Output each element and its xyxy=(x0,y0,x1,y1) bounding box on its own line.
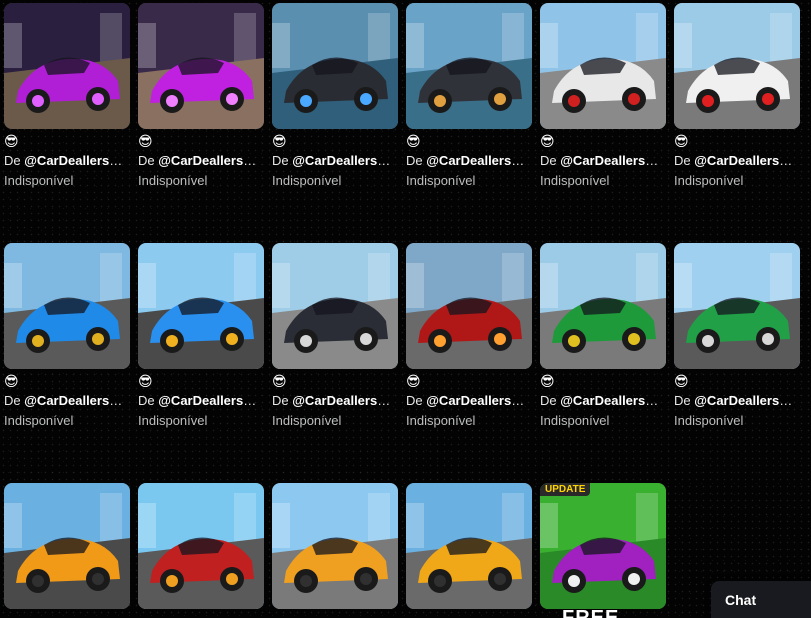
item-card[interactable]: UPDATE FREE xyxy=(540,483,666,618)
by-label: De xyxy=(4,153,21,168)
item-card[interactable] xyxy=(406,483,532,609)
item-card[interactable]: 😎 De @CarDeallersOfficial Indisponível xyxy=(674,243,800,429)
sunglasses-emoji-icon: 😎 xyxy=(272,133,287,149)
creator-name[interactable]: @CarDeallersOfficial xyxy=(694,153,800,168)
sunglasses-emoji-icon: 😎 xyxy=(674,133,689,149)
item-thumbnail[interactable]: UPDATE xyxy=(540,483,666,609)
availability-status: Indisponível xyxy=(138,173,208,188)
sunglasses-emoji-icon: 😎 xyxy=(540,133,555,149)
item-card[interactable]: 😎 De @CarDeallersOfficial Indisponível xyxy=(674,3,800,189)
item-thumbnail[interactable] xyxy=(138,3,264,129)
creator-line[interactable]: De @CarDeallersOfficial xyxy=(406,393,532,409)
creator-name[interactable]: @CarDeallersOfficial xyxy=(426,393,532,408)
availability-status: Indisponível xyxy=(674,173,744,188)
sunglasses-emoji-icon: 😎 xyxy=(4,133,19,149)
creator-line[interactable]: De @CarDeallersOfficial xyxy=(4,393,130,409)
creator-name[interactable]: @CarDeallersOfficial xyxy=(292,393,398,408)
creator-name[interactable]: @CarDeallersOfficial xyxy=(426,153,532,168)
by-label: De xyxy=(674,153,691,168)
creator-line[interactable]: De @CarDeallersOfficial xyxy=(674,153,800,169)
chat-label: Chat xyxy=(725,591,757,608)
item-thumbnail[interactable] xyxy=(674,3,800,129)
item-card[interactable]: 😎 De @CarDeallersOfficial Indisponível xyxy=(4,243,130,429)
sunglasses-emoji-icon: 😎 xyxy=(406,373,421,389)
by-label: De xyxy=(406,393,423,408)
creator-line[interactable]: De @CarDeallersOfficial xyxy=(138,393,264,409)
creator-name[interactable]: @CarDeallersOfficial xyxy=(560,393,666,408)
availability-status: Indisponível xyxy=(138,413,208,428)
availability-status: Indisponível xyxy=(406,173,476,188)
chat-button[interactable]: Chat xyxy=(711,581,811,618)
creator-line[interactable]: De @CarDeallersOfficial xyxy=(540,393,666,409)
item-thumbnail[interactable] xyxy=(540,243,666,369)
item-card[interactable]: 😎 De @CarDeallersOfficial Indisponível xyxy=(4,3,130,189)
item-card[interactable] xyxy=(4,483,130,609)
item-thumbnail[interactable] xyxy=(272,3,398,129)
creator-name[interactable]: @CarDeallersOfficial xyxy=(158,153,264,168)
item-card[interactable] xyxy=(272,483,398,609)
item-card[interactable]: 😎 De @CarDeallersOfficial Indisponível xyxy=(540,3,666,189)
creator-line[interactable]: De @CarDeallersOfficial xyxy=(272,393,398,409)
item-thumbnail[interactable] xyxy=(272,243,398,369)
by-label: De xyxy=(540,393,557,408)
sunglasses-emoji-icon: 😎 xyxy=(406,133,421,149)
item-card[interactable]: 😎 De @CarDeallersOfficial Indisponível xyxy=(138,3,264,189)
availability-status: Indisponível xyxy=(4,173,74,188)
by-label: De xyxy=(4,393,21,408)
update-tag: UPDATE xyxy=(540,483,591,496)
by-label: De xyxy=(540,153,557,168)
creator-name[interactable]: @CarDeallersOfficial xyxy=(24,153,130,168)
creator-line[interactable]: De @CarDeallersOfficial xyxy=(406,153,532,169)
item-thumbnail[interactable] xyxy=(674,243,800,369)
creator-name[interactable]: @CarDeallersOfficial xyxy=(560,153,666,168)
availability-status: Indisponível xyxy=(272,413,342,428)
sunglasses-emoji-icon: 😎 xyxy=(138,133,153,149)
item-thumbnail[interactable] xyxy=(4,243,130,369)
by-label: De xyxy=(674,393,691,408)
creator-name[interactable]: @CarDeallersOfficial xyxy=(24,393,130,408)
creator-line[interactable]: De @CarDeallersOfficial xyxy=(272,153,398,169)
sunglasses-emoji-icon: 😎 xyxy=(4,373,19,389)
item-card[interactable]: 😎 De @CarDeallersOfficial Indisponível xyxy=(138,243,264,429)
item-thumbnail[interactable] xyxy=(138,483,264,609)
creator-line[interactable]: De @CarDeallersOfficial xyxy=(4,153,130,169)
by-label: De xyxy=(272,393,289,408)
by-label: De xyxy=(138,153,155,168)
creator-line[interactable]: De @CarDeallersOfficial xyxy=(540,153,666,169)
item-thumbnail[interactable] xyxy=(4,3,130,129)
sunglasses-emoji-icon: 😎 xyxy=(540,373,555,389)
item-card[interactable]: 😎 De @CarDeallersOfficial Indisponível xyxy=(272,243,398,429)
availability-status: Indisponível xyxy=(4,413,74,428)
item-thumbnail[interactable] xyxy=(406,483,532,609)
sunglasses-emoji-icon: 😎 xyxy=(272,373,287,389)
item-card[interactable]: 😎 De @CarDeallersOfficial Indisponível xyxy=(272,3,398,189)
sunglasses-emoji-icon: 😎 xyxy=(674,373,689,389)
item-thumbnail[interactable] xyxy=(272,483,398,609)
by-label: De xyxy=(406,153,423,168)
item-card[interactable]: 😎 De @CarDeallersOfficial Indisponível xyxy=(406,3,532,189)
item-thumbnail[interactable] xyxy=(138,243,264,369)
item-thumbnail[interactable] xyxy=(406,3,532,129)
item-card[interactable]: 😎 De @CarDeallersOfficial Indisponível xyxy=(540,243,666,429)
availability-status: Indisponível xyxy=(272,173,342,188)
creator-name[interactable]: @CarDeallersOfficial xyxy=(158,393,264,408)
item-card[interactable] xyxy=(138,483,264,609)
creator-line[interactable]: De @CarDeallersOfficial xyxy=(674,393,800,409)
sunglasses-emoji-icon: 😎 xyxy=(138,373,153,389)
availability-status: Indisponível xyxy=(674,413,744,428)
availability-status: Indisponível xyxy=(406,413,476,428)
availability-status: Indisponível xyxy=(540,173,610,188)
free-label: FREE xyxy=(562,607,620,618)
item-thumbnail[interactable] xyxy=(4,483,130,609)
creator-name[interactable]: @CarDeallersOfficial xyxy=(694,393,800,408)
creator-line[interactable]: De @CarDeallersOfficial xyxy=(138,153,264,169)
item-thumbnail[interactable] xyxy=(540,3,666,129)
by-label: De xyxy=(138,393,155,408)
creator-name[interactable]: @CarDeallersOfficial xyxy=(292,153,398,168)
by-label: De xyxy=(272,153,289,168)
availability-status: Indisponível xyxy=(540,413,610,428)
item-card[interactable]: 😎 De @CarDeallersOfficial Indisponível xyxy=(406,243,532,429)
item-thumbnail[interactable] xyxy=(406,243,532,369)
